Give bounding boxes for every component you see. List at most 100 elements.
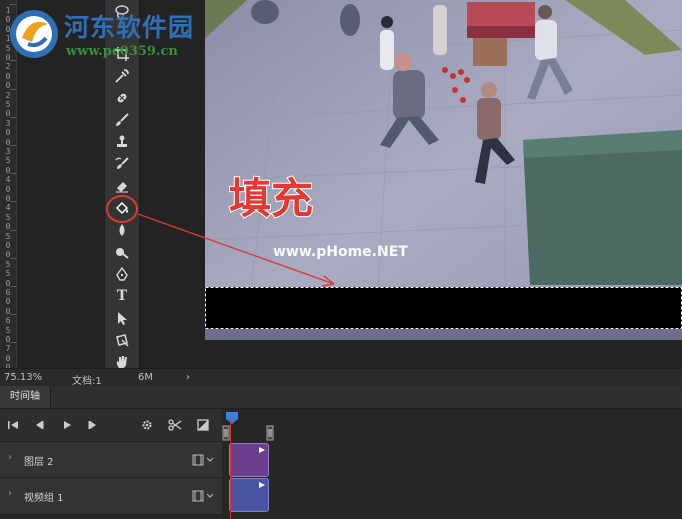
history-brush-icon	[115, 157, 129, 169]
ruler-label: 6	[5, 316, 11, 326]
clone-stamp-icon	[117, 135, 127, 147]
zoom-level[interactable]: 75.13%	[4, 372, 42, 383]
playhead-marker-icon[interactable]	[224, 411, 240, 425]
ruler-label: 2	[5, 62, 11, 72]
site-logo	[10, 10, 58, 58]
ruler-label: 0	[5, 241, 11, 250]
ruler-label: 5	[5, 259, 11, 269]
brush-icon	[116, 113, 129, 126]
eraser-tool-button[interactable]	[109, 176, 135, 196]
healing-brush-tool-button[interactable]	[109, 88, 135, 108]
document-canvas[interactable]: 填充 www.pHome.NET	[205, 0, 682, 340]
ruler-label: 0	[5, 128, 11, 138]
ruler-label: 4	[5, 203, 11, 213]
type-icon: T	[116, 288, 128, 304]
annotation-label: 填充	[229, 174, 313, 223]
ruler-tick	[10, 88, 16, 90]
timeline-track-area[interactable]	[222, 409, 682, 519]
ruler-tick	[10, 145, 16, 146]
ruler-label: 0	[5, 353, 11, 363]
timeline-settings-button[interactable]	[138, 417, 156, 433]
blur-tool-button[interactable]	[109, 220, 135, 240]
healing-brush-icon	[117, 93, 127, 103]
work-area-start-handle-icon[interactable]	[222, 425, 230, 441]
timeline-layer-row[interactable]: › 图层 2	[0, 441, 222, 478]
scissors-icon	[168, 419, 182, 431]
clone-stamp-tool-button[interactable]	[109, 132, 135, 152]
ruler-label: 3	[5, 118, 11, 128]
transition-button[interactable]	[194, 417, 212, 433]
film-strip-icon[interactable]	[192, 454, 214, 466]
doc-size-value: 6M	[138, 372, 153, 383]
timeline-controls	[0, 409, 222, 441]
status-menu-chevron-icon[interactable]: ›	[186, 372, 190, 383]
timeline-panel-header: 时间轴	[0, 386, 682, 409]
ruler-label: 5	[5, 100, 11, 109]
first-frame-icon	[8, 421, 18, 429]
video-group-clip[interactable]	[229, 478, 269, 512]
ruler-tick	[10, 201, 16, 203]
transition-icon	[197, 419, 209, 431]
dodge-icon	[116, 248, 129, 259]
brush-tool-button[interactable]	[109, 110, 135, 130]
eraser-icon	[116, 182, 128, 193]
pen-icon	[116, 266, 128, 281]
ruler-label: 5	[5, 269, 11, 279]
path-selection-tool-button[interactable]	[109, 308, 135, 328]
clip-menu-icon[interactable]	[258, 481, 266, 489]
go-to-first-frame-button[interactable]	[4, 417, 22, 433]
ruler-tick	[10, 60, 16, 62]
split-clip-button[interactable]	[166, 417, 184, 433]
work-area-end-handle-icon[interactable]	[266, 425, 274, 441]
play-icon	[64, 421, 71, 429]
rectangle-tool-button[interactable]	[109, 330, 135, 350]
ruler-label: 3	[5, 147, 11, 156]
type-tool-button[interactable]: T	[109, 286, 135, 306]
gear-icon	[142, 420, 152, 430]
timeline-layer-row[interactable]: › 视频组 1	[0, 477, 222, 514]
history-brush-tool-button[interactable]	[109, 154, 135, 174]
path-selection-icon	[118, 312, 127, 325]
previous-frame-button[interactable]	[30, 417, 48, 433]
ruler-tick	[10, 286, 16, 287]
ruler-label: 6	[5, 288, 11, 297]
ruler-label: 0	[5, 71, 11, 81]
paint-bucket-tool-button[interactable]	[109, 198, 135, 218]
ruler-label: 5	[5, 325, 11, 335]
layer-clip[interactable]	[229, 443, 269, 477]
playhead-line	[230, 420, 231, 519]
previous-frame-icon	[36, 421, 44, 429]
eyedropper-tool-button[interactable]	[109, 66, 135, 86]
ruler-tick	[10, 314, 16, 316]
status-bar: 75.13% 文档:1 6M ›	[0, 368, 682, 387]
ruler-tick	[10, 257, 16, 259]
rectangle-icon	[116, 334, 129, 347]
expand-chevron-icon[interactable]: ›	[8, 452, 12, 463]
next-frame-button[interactable]	[84, 417, 102, 433]
ruler-label: 7	[5, 344, 11, 354]
doc-size-label: 文档:1	[72, 376, 102, 387]
ruler-label: 5	[5, 156, 11, 166]
clip-menu-icon[interactable]	[258, 446, 266, 454]
ruler-tick	[10, 4, 16, 5]
canvas-pasteboard	[205, 340, 682, 368]
canvas-watermark-text: www.pHome.NET	[273, 244, 408, 260]
ruler-label: 2	[5, 90, 11, 100]
ruler-tick	[10, 229, 16, 231]
ruler-label: 5	[5, 212, 11, 222]
play-button[interactable]	[58, 417, 76, 433]
ruler-label: 0	[5, 184, 11, 194]
ruler-label: 5	[5, 231, 11, 241]
ruler-tick	[10, 116, 16, 118]
pen-tool-button[interactable]	[109, 264, 135, 284]
layer-name: 图层 2	[24, 457, 54, 468]
expand-chevron-icon[interactable]: ›	[8, 488, 12, 499]
paint-bucket-icon	[115, 201, 129, 215]
dodge-tool-button[interactable]	[109, 242, 135, 262]
ruler-tick	[10, 173, 16, 175]
ruler-label: 0	[5, 297, 11, 307]
tab-timeline[interactable]: 时间轴	[0, 386, 51, 408]
next-frame-icon	[88, 421, 96, 429]
layer-name: 视频组 1	[24, 493, 64, 504]
film-strip-icon[interactable]	[192, 490, 214, 502]
